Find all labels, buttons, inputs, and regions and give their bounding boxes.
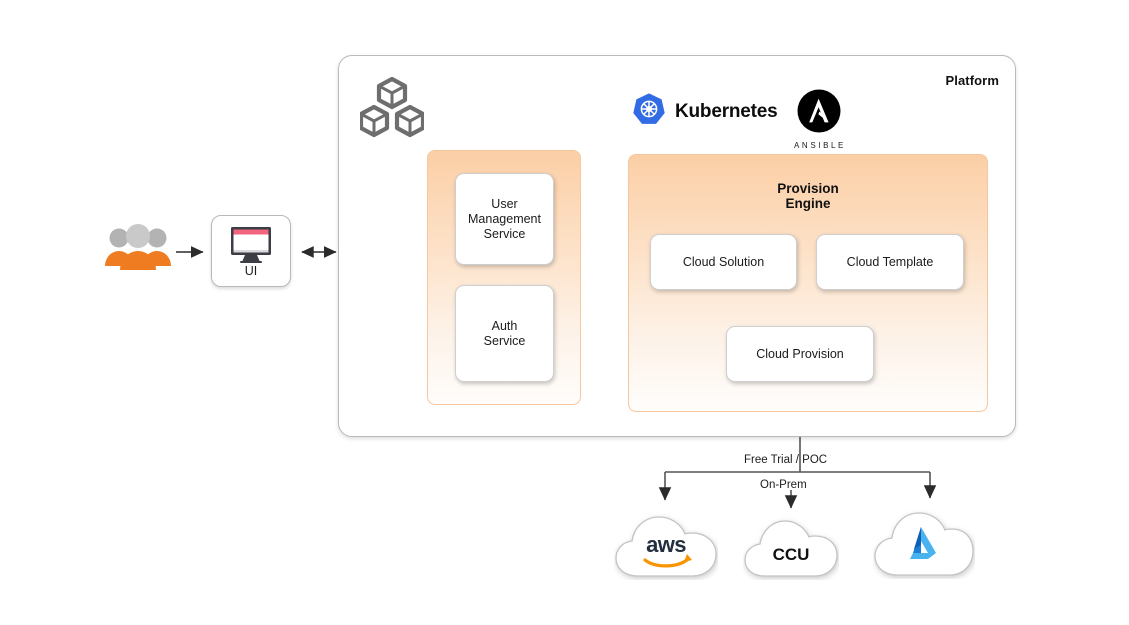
cloud-solution-card[interactable]: Cloud Solution — [650, 234, 797, 290]
kubernetes-icon — [632, 92, 666, 131]
ui-node-label: UI — [244, 264, 258, 278]
ums-line1: User — [491, 196, 518, 211]
ui-node[interactable]: UI — [211, 215, 291, 287]
cloud-target-ccu[interactable]: CCU — [743, 512, 839, 585]
edge-label-on-prem: On-Prem — [760, 479, 807, 491]
platform-label: Platform — [945, 73, 999, 88]
engine-title-line1: Provision — [777, 181, 839, 196]
diagram-canvas: UI Platform Kubernetes ANSIBLE User Mana… — [0, 0, 1129, 625]
engine-title-line2: Engine — [785, 196, 831, 211]
cubes-icon — [358, 76, 426, 143]
ccu-label: CCU — [773, 545, 810, 564]
svg-text:aws: aws — [646, 532, 686, 557]
user-management-service-card[interactable]: User Management Service — [455, 173, 554, 265]
auth-line1: Auth — [491, 318, 518, 333]
monitor-icon — [228, 226, 274, 269]
users-icon — [103, 222, 173, 277]
cloud-target-azure[interactable] — [873, 503, 975, 584]
kubernetes-logo: Kubernetes — [632, 92, 778, 131]
provision-engine-title: Provision Engine — [629, 181, 987, 211]
ansible-icon — [797, 89, 841, 137]
kubernetes-label: Kubernetes — [675, 100, 778, 122]
ums-line2: Management — [468, 211, 541, 226]
cloud-solution-label: Cloud Solution — [682, 254, 765, 269]
cloud-template-card[interactable]: Cloud Template — [816, 234, 964, 290]
ansible-logo: ANSIBLE — [792, 89, 846, 150]
cloud-target-aws[interactable]: aws — [614, 508, 718, 585]
auth-line2: Service — [483, 333, 526, 348]
auth-service-card[interactable]: Auth Service — [455, 285, 554, 382]
cloud-provision-label: Cloud Provision — [756, 346, 844, 361]
cloud-provision-card[interactable]: Cloud Provision — [726, 326, 874, 382]
edge-label-free-trial: Free Trial / POC — [744, 454, 828, 466]
ansible-label: ANSIBLE — [794, 141, 846, 150]
cloud-template-label: Cloud Template — [846, 254, 934, 269]
ums-line3: Service — [483, 226, 526, 241]
